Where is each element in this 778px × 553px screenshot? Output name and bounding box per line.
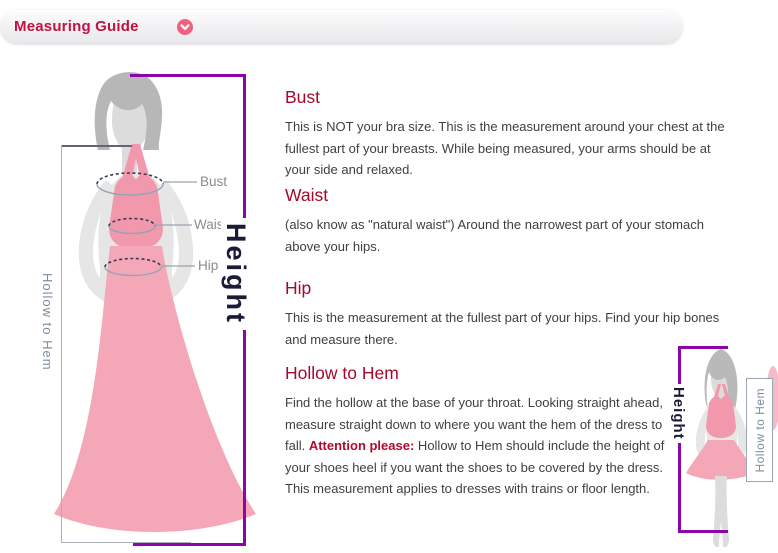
small-measurement-diagram: Hollow to Hem Height	[663, 340, 778, 553]
section-hollow-to-hem: Hollow to Hem Find the hollow at the bas…	[285, 362, 683, 500]
attention-please-label: Attention please:	[309, 438, 414, 453]
diagram-label-bust: Bust	[200, 174, 227, 189]
small-diagram-label-hollow-to-hem: Hollow to Hem	[753, 388, 767, 473]
height-bracket-top	[130, 74, 246, 77]
section-bust: Bust This is NOT your bra size. This is …	[285, 86, 737, 181]
small-height-bracket-top	[678, 346, 728, 349]
height-bracket-bottom	[133, 543, 246, 546]
section-heading: Hip	[285, 277, 737, 299]
section-heading: Hollow to Hem	[285, 362, 683, 384]
section-body: Find the hollow at the base of your thro…	[285, 392, 683, 500]
diagram-label-hollow-to-hem: Hollow to Hem	[37, 273, 57, 371]
main-measurement-diagram: Bust Waist Hip Height Hollow to Hem	[40, 68, 260, 550]
diagram-label-height: Height	[221, 218, 251, 330]
section-body: This is NOT your bra size. This is the m…	[285, 116, 737, 181]
small-diagram-hollow-to-hem-box: Hollow to Hem	[746, 378, 773, 482]
small-diagram-label-height: Height	[670, 384, 687, 443]
small-height-bracket-bottom	[678, 530, 728, 533]
measuring-guide-page: Measuring Guide	[0, 0, 778, 553]
section-body: (also know as "natural waist") Around th…	[285, 214, 737, 257]
measuring-guide-header[interactable]: Measuring Guide	[1, 10, 682, 43]
section-waist: Waist (also know as "natural waist") Aro…	[285, 184, 737, 257]
page-title: Measuring Guide	[14, 18, 139, 35]
hollow-to-hem-pointer-line	[61, 145, 132, 147]
hollow-to-hem-vertical-line	[61, 145, 62, 543]
chevron-down-icon[interactable]	[177, 19, 193, 35]
section-heading: Bust	[285, 86, 737, 108]
diagram-label-hip: Hip	[198, 258, 218, 273]
section-heading: Waist	[285, 184, 737, 206]
